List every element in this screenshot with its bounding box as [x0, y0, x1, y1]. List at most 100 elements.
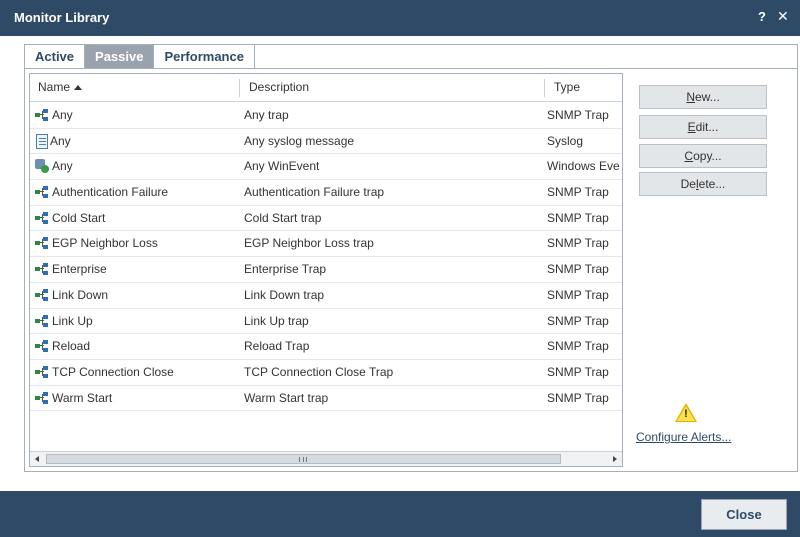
row-description: Link Down trap [244, 287, 325, 302]
row-type: SNMP Trap [547, 236, 609, 251]
row-description: Cold Start trap [244, 210, 322, 225]
row-type: SNMP Trap [547, 364, 609, 379]
row-type: SNMP Trap [547, 339, 609, 354]
windows-event-icon [34, 158, 50, 174]
tab-active[interactable]: Active [25, 45, 86, 69]
row-name-cell: Cold Start [34, 206, 240, 231]
new-button[interactable]: New... [639, 85, 767, 109]
table-row[interactable]: Reload Reload Trap SNMP Trap [30, 334, 622, 360]
column-separator[interactable] [239, 79, 240, 97]
delete-button-label: ete... [698, 177, 726, 191]
network-trap-icon [34, 261, 50, 277]
new-button-mnemonic: N [686, 90, 695, 104]
table-row[interactable]: EGP Neighbor Loss EGP Neighbor Loss trap S… [30, 231, 622, 258]
row-name-cell: Link Down [34, 283, 240, 308]
delete-button-prefix: De [680, 177, 696, 191]
row-name: Any [50, 133, 71, 148]
help-icon[interactable]: ? [758, 9, 766, 24]
row-name: Authentication Failure [52, 185, 169, 200]
scroll-left-icon[interactable] [35, 456, 39, 462]
network-trap-icon [34, 235, 50, 251]
table-row[interactable]: Link Down Link Down trap SNMP Trap [30, 283, 622, 309]
dialog-content: Active Passive Performance Name Descript… [0, 36, 800, 491]
row-description: Reload Trap [244, 339, 310, 354]
copy-button-label: opy... [693, 149, 722, 163]
row-type: Syslog [547, 133, 584, 148]
tab-strip: Active Passive Performance [25, 45, 255, 69]
column-separator[interactable] [544, 79, 545, 97]
network-trap-icon [34, 287, 50, 303]
title-bar: Monitor Library ? ✕ [0, 0, 800, 36]
row-type: SNMP Trap [547, 313, 609, 328]
row-name-cell: Reload [34, 334, 240, 359]
edit-button[interactable]: Edit... [639, 115, 767, 139]
table-row[interactable]: Warm Start Warm Start trap SNMP Trap [30, 386, 622, 412]
table-row[interactable]: TCP Connection Close TCP Connection Close… [30, 360, 622, 386]
monitor-table: Name Description Type Any Any trap SNMP Tr… [29, 73, 623, 467]
new-button-label: ew... [694, 90, 720, 104]
row-description: TCP Connection Close Trap [244, 364, 394, 379]
row-description: Any WinEvent [244, 159, 320, 174]
row-description: Warm Start trap [244, 390, 329, 405]
table-body: Any Any trap SNMP Trap Any Any syslog messag… [30, 103, 622, 412]
edit-button-mnemonic: E [687, 120, 696, 134]
scroll-right-icon[interactable] [613, 456, 617, 462]
network-trap-icon [34, 107, 50, 123]
row-name: EGP Neighbor Loss [52, 236, 158, 251]
row-name-cell: Authentication Failure [34, 180, 240, 205]
row-name: Cold Start [52, 210, 106, 225]
row-description: Any syslog message [244, 133, 355, 148]
delete-button[interactable]: Delete... [639, 172, 767, 196]
table-row[interactable]: Any Any trap SNMP Trap [30, 103, 622, 129]
table-row[interactable]: Link Up Link Up trap SNMP Trap [30, 309, 622, 335]
tab-performance[interactable]: Performance [154, 45, 255, 69]
copy-button[interactable]: Copy... [639, 144, 767, 168]
warning-icon-mark: ! [684, 408, 688, 420]
row-name-cell: Warm Start [34, 386, 240, 411]
horizontal-scrollbar[interactable] [30, 451, 622, 466]
row-type: SNMP Trap [547, 262, 609, 277]
network-trap-icon [34, 184, 50, 200]
row-type: Windows Eve [547, 159, 620, 174]
network-trap-icon [34, 210, 50, 226]
row-type: SNMP Trap [547, 390, 609, 405]
syslog-document-icon [36, 133, 48, 149]
row-type: SNMP Trap [547, 185, 609, 200]
row-name-cell: Any [34, 129, 240, 154]
table-header: Name Description Type [30, 74, 622, 102]
footer-bar: Close [0, 491, 800, 537]
table-row[interactable]: Authentication Failure Authentication Fai… [30, 180, 622, 206]
table-row[interactable]: Any Any syslog message Syslog [30, 129, 622, 155]
column-header-type[interactable]: Type [546, 74, 622, 102]
tab-passive[interactable]: Passive [85, 45, 155, 69]
table-row[interactable]: Enterprise Enterprise Trap SNMP Trap [30, 257, 622, 283]
table-row[interactable]: Cold Start Cold Start trap SNMP Trap [30, 206, 622, 232]
row-name-cell: Enterprise [34, 257, 240, 282]
network-trap-icon [34, 338, 50, 354]
row-type: SNMP Trap [547, 210, 609, 225]
row-name: TCP Connection Close [52, 364, 174, 379]
row-type: SNMP Trap [547, 287, 609, 302]
row-name: Enterprise [52, 262, 107, 277]
close-button[interactable]: Close [701, 499, 787, 530]
row-name: Reload [52, 339, 91, 354]
column-header-name-label: Name [38, 80, 71, 94]
close-icon[interactable]: ✕ [777, 8, 789, 25]
row-description: Any trap [244, 108, 289, 122]
row-description: EGP Neighbor Loss trap [244, 236, 374, 251]
scroll-thumb[interactable] [46, 454, 561, 464]
column-header-name[interactable]: Name [30, 74, 240, 102]
row-name: Warm Start [52, 390, 113, 405]
row-description: Enterprise Trap [244, 262, 327, 277]
network-trap-icon [34, 364, 50, 380]
network-trap-icon [34, 390, 50, 406]
copy-button-mnemonic: C [684, 149, 694, 163]
table-row[interactable]: Any Any WinEvent Windows Eve [30, 154, 622, 181]
row-name-cell: EGP Neighbor Loss [34, 231, 240, 256]
row-name-cell: Any [34, 154, 240, 179]
row-name: Any [52, 159, 73, 174]
column-header-description[interactable]: Description [241, 74, 541, 102]
configure-alerts-link[interactable]: Configure Alerts... [636, 430, 731, 444]
row-type: SNMP Trap [547, 108, 609, 122]
row-description: Link Up trap [244, 313, 309, 328]
